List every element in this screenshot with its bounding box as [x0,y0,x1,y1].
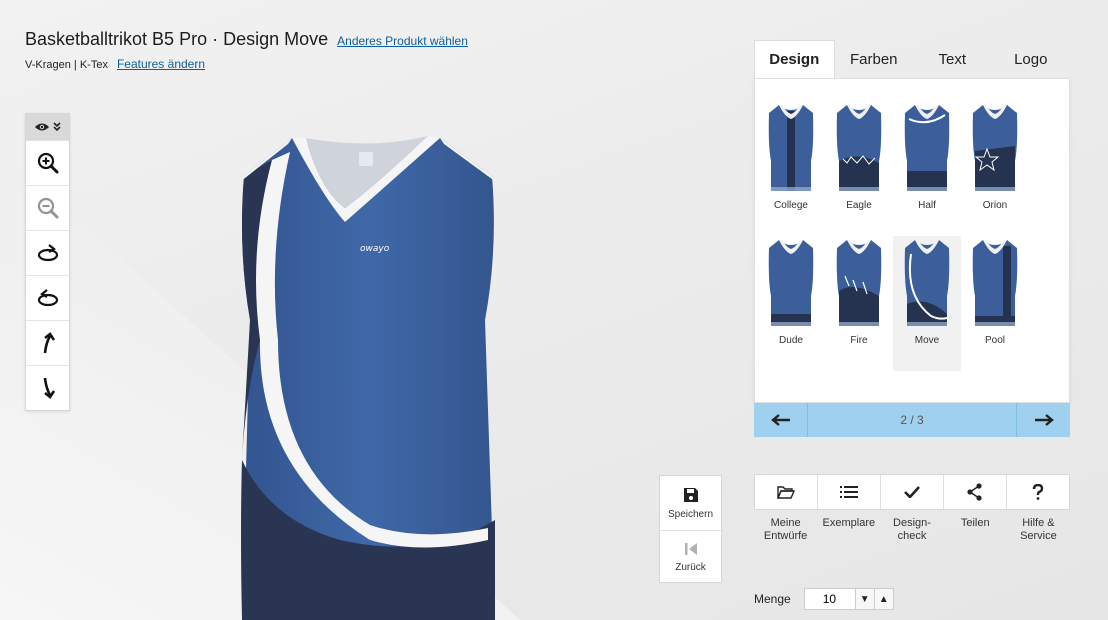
tilt-down-button[interactable] [26,365,69,410]
arrow-right-icon [1034,414,1054,426]
back-button[interactable]: Zurück [660,530,721,584]
design-option-label: College [774,200,808,211]
zoom-out-icon [37,197,58,219]
tab-text[interactable]: Text [913,40,992,78]
quantity-label: Menge [754,592,791,606]
step-back-icon [684,543,697,555]
my-designs-label: Meine Entwürfe [763,517,808,542]
design-option-label: Orion [982,200,1008,211]
eye-icon [35,123,49,131]
product-specs: V-Kragen | K-Tex [25,59,108,71]
triangle-down-icon: ▼ [859,593,870,605]
header-title-row: Basketballtrikot B5 Pro · Design Move An… [25,29,468,50]
back-label: Zurück [675,562,706,573]
action-labels: Meine Entwürfe Exemplare Design- check T… [754,517,1070,543]
save-icon [683,487,698,502]
save-button[interactable]: Speichern [660,476,721,530]
page-indicator: 2 / 3 [900,413,924,427]
jersey-thumbnail-icon [972,105,1018,191]
help-label: Hilfe & Service [1020,517,1057,542]
zoom-in-icon [37,152,58,174]
page-title: Basketballtrikot B5 Pro · Design Move [25,29,329,49]
share-icon [967,483,982,501]
share-button[interactable] [943,475,1006,509]
rotate-left-button[interactable] [26,275,69,320]
design-option-label: Fire [850,335,868,346]
arrow-up-curved-icon [43,332,55,354]
tilt-up-button[interactable] [26,320,69,365]
design-pager: 2 / 3 [754,403,1070,437]
jersey-thumbnail-icon [904,240,950,326]
tab-design[interactable]: Design [754,40,835,78]
rotate-right-button[interactable] [26,230,69,275]
arrow-down-curved-icon [43,377,55,399]
change-features-link[interactable]: Features ändern [117,57,205,71]
design-grid-area: College Eagle Half Orion Dude Fire Move Pool [754,78,1070,403]
quantity-increase-button[interactable]: ▲ [874,588,894,610]
jersey-thumbnail-icon [972,240,1018,326]
list-icon [840,486,858,498]
copies-label: Exemplare [822,517,876,529]
copies-button[interactable] [817,475,880,509]
design-check-label: Design- check [893,517,931,542]
panel-tabs: Design Farben Text Logo [754,40,1070,78]
help-button[interactable] [1006,475,1069,509]
change-product-link[interactable]: Anderes Produkt wählen [337,34,468,48]
rotate-right-icon [37,244,58,262]
folder-icon [777,486,795,499]
next-page-button[interactable] [1016,403,1070,437]
view-toggle[interactable] [26,114,69,140]
tab-logo[interactable]: Logo [992,40,1071,78]
design-option-label: Half [918,200,936,211]
header-sub-row: V-Kragen | K-Tex Features ändern [25,57,205,71]
design-option-label: Pool [984,335,1005,346]
design-panel: Design Farben Text Logo College Eagle Half… [754,40,1070,437]
save-back-box: Speichern Zurück [659,475,722,583]
design-check-button[interactable] [880,475,943,509]
save-label: Speichern [667,508,714,520]
zoom-in-button[interactable] [26,140,69,185]
quantity-decrease-button[interactable]: ▼ [855,588,875,610]
design-option-move[interactable]: Move [893,236,961,371]
design-option-label: Eagle [846,200,872,211]
jersey-thumbnail-icon [836,105,882,191]
chevron-down-icon [53,122,61,132]
design-option-fire[interactable]: Fire [825,236,893,371]
previous-page-button[interactable] [754,403,808,437]
quantity-input[interactable] [803,588,856,610]
design-option-college[interactable]: College [757,101,825,236]
arrow-left-icon [770,414,790,426]
view-toolbar [25,113,70,411]
design-option-label: Move [914,335,940,346]
question-icon [1032,484,1044,500]
zoom-out-button[interactable] [26,185,69,230]
jersey-preview: owayo [240,136,496,620]
design-option-pool[interactable]: Pool [961,236,1029,371]
design-option-dude[interactable]: Dude [757,236,825,371]
design-option-orion[interactable]: Orion [961,101,1029,236]
action-bar [754,474,1070,510]
share-label: Teilen [960,517,990,529]
design-option-label: Dude [779,335,803,346]
design-option-eagle[interactable]: Eagle [825,101,893,236]
jersey-brand-text: owayo [360,244,390,254]
jersey-thumbnail-icon [904,105,950,191]
quantity-control: Menge ▼ ▲ [754,588,894,610]
triangle-up-icon: ▲ [878,593,889,605]
jersey-thumbnail-icon [768,240,814,326]
design-grid: College Eagle Half Orion Dude Fire Move Pool [757,101,1029,371]
jersey-thumbnail-icon [836,240,882,326]
my-designs-button[interactable] [755,475,817,509]
design-option-half[interactable]: Half [893,101,961,236]
tab-colors[interactable]: Farben [835,40,914,78]
jersey-thumbnail-icon [768,105,814,191]
rotate-left-icon [37,289,58,307]
check-icon [904,486,920,498]
